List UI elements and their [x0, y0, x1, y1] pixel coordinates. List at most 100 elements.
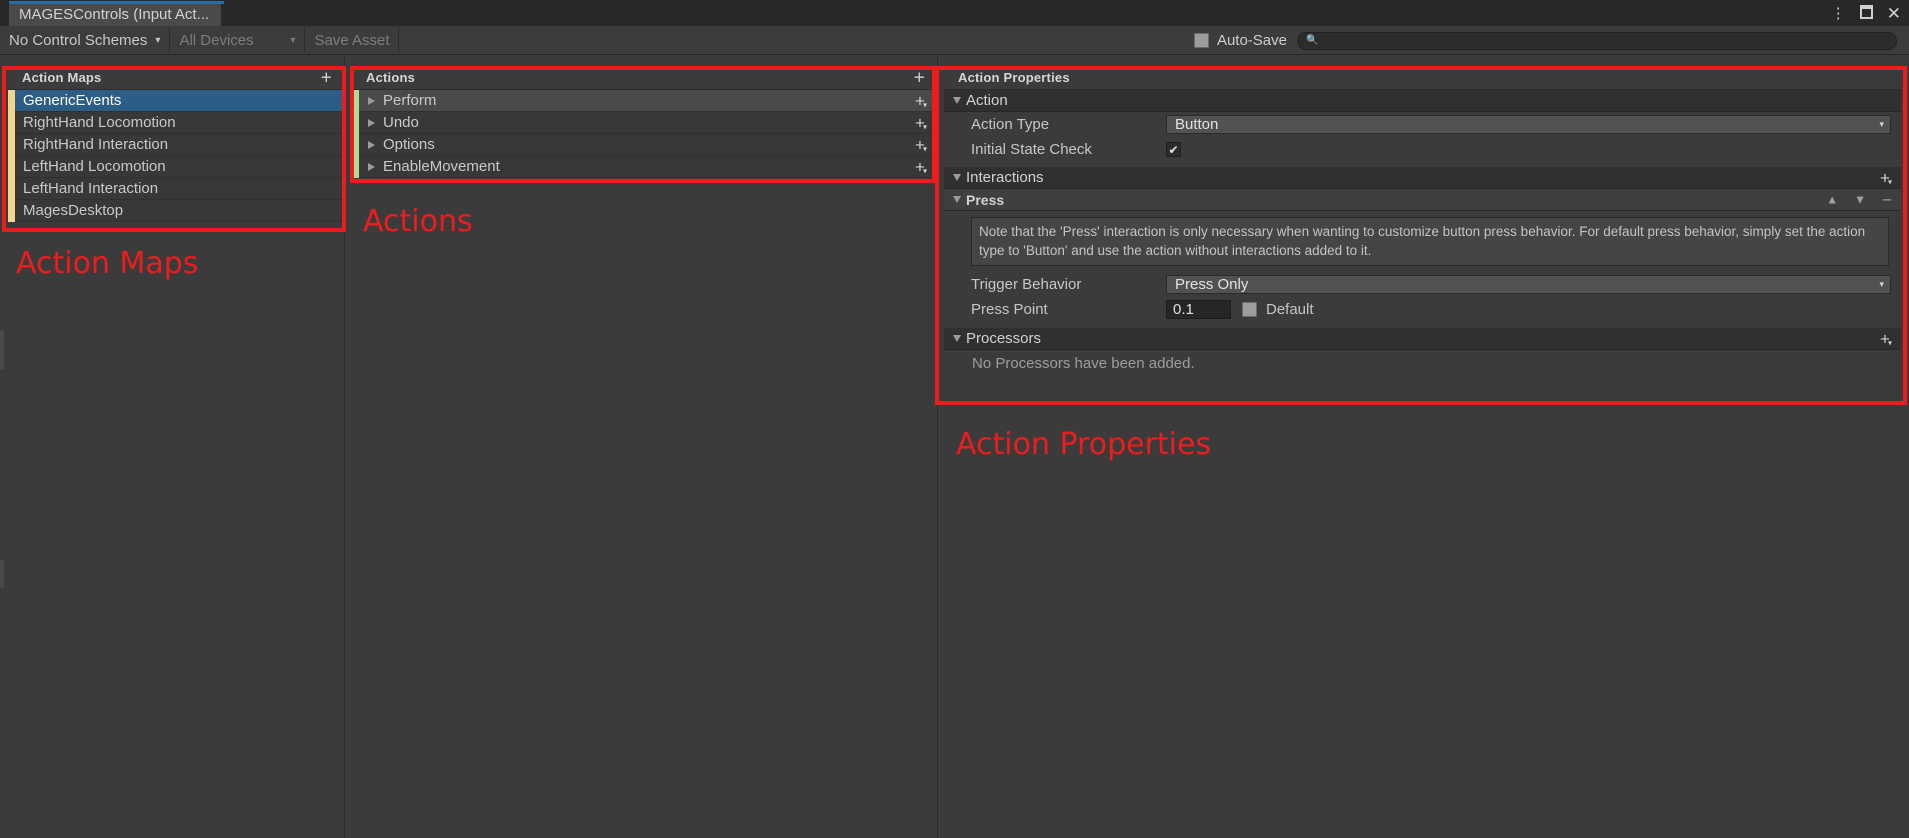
- press-interaction-note: Note that the 'Press' interaction is onl…: [971, 217, 1889, 267]
- editor-toolbar: No Control Schemes ▾ All Devices ▾ Save …: [0, 26, 1909, 55]
- chevron-down-icon[interactable]: [953, 174, 961, 181]
- interactions-section-title: Interactions: [966, 169, 1044, 186]
- action-map-row[interactable]: RightHand Locomotion: [8, 111, 342, 134]
- search-icon: 🔍: [1306, 35, 1319, 46]
- annotation-label-action-maps: Action Maps: [16, 246, 199, 281]
- control-schemes-dropdown[interactable]: No Control Schemes ▾: [0, 26, 171, 55]
- chevron-down-icon[interactable]: ▼: [1854, 193, 1866, 207]
- expand-triangle-icon[interactable]: [368, 96, 375, 105]
- left-scroll-handle[interactable]: [0, 330, 4, 370]
- maximize-icon[interactable]: [1859, 4, 1873, 22]
- expand-triangle-icon[interactable]: [368, 140, 375, 149]
- action-type-label: Action Type: [971, 116, 1050, 133]
- action-section-title: Action: [966, 92, 1008, 109]
- action-label: Undo: [383, 114, 419, 131]
- add-action-map-button[interactable]: +: [321, 68, 332, 87]
- action-map-row[interactable]: MagesDesktop: [8, 199, 342, 222]
- minus-icon[interactable]: −: [1882, 191, 1892, 208]
- add-binding-button[interactable]: +▾: [915, 158, 927, 175]
- add-processor-button[interactable]: +▾: [1880, 330, 1892, 347]
- action-map-row[interactable]: GenericEvents: [8, 89, 342, 112]
- action-map-color-marker: [8, 199, 15, 222]
- action-color-marker: [352, 133, 359, 156]
- action-row[interactable]: Undo +▾: [352, 111, 935, 134]
- chevron-down-icon[interactable]: [953, 196, 961, 203]
- trigger-behavior-row: Trigger Behavior Press Only ▾: [944, 272, 1901, 297]
- expand-triangle-icon[interactable]: [368, 118, 375, 127]
- action-map-row[interactable]: RightHand Interaction: [8, 133, 342, 156]
- autosave-checkbox[interactable]: [1193, 33, 1209, 48]
- press-point-label: Press Point: [971, 301, 1048, 319]
- action-maps-title: Action Maps: [22, 70, 102, 85]
- action-type-dropdown[interactable]: Button ▾: [1166, 115, 1891, 134]
- autosave-toggle[interactable]: Auto-Save: [1193, 32, 1297, 49]
- chevron-down-icon[interactable]: [953, 335, 961, 343]
- add-binding-button[interactable]: +▾: [915, 92, 927, 109]
- trigger-behavior-value: Press Only: [1175, 276, 1249, 294]
- action-type-value: Button: [1175, 116, 1219, 133]
- actions-list: Perform +▾ Undo +▾ Options +▾ EnableMove…: [352, 89, 935, 178]
- action-map-color-marker: [8, 177, 15, 200]
- add-binding-button[interactable]: +▾: [915, 136, 927, 153]
- trigger-behavior-dropdown[interactable]: Press Only ▾: [1166, 275, 1891, 295]
- trigger-behavior-label: Trigger Behavior: [971, 276, 1082, 294]
- press-point-default-checkbox[interactable]: [1242, 302, 1257, 318]
- more-options-icon[interactable]: ⋮: [1831, 6, 1846, 21]
- action-map-label: MagesDesktop: [23, 202, 124, 219]
- action-map-color-marker: [8, 111, 15, 134]
- chevron-down-icon: ▾: [1879, 119, 1884, 129]
- close-icon[interactable]: ✕: [1887, 5, 1901, 22]
- action-map-label: RightHand Interaction: [23, 136, 169, 153]
- panel-divider[interactable]: [937, 56, 938, 838]
- chevron-down-icon: ▾: [1879, 279, 1884, 290]
- panel-divider[interactable]: [344, 56, 345, 838]
- processors-section-title: Processors: [966, 330, 1042, 348]
- save-asset-button[interactable]: Save Asset: [305, 26, 400, 55]
- processors-section-header[interactable]: Processors +▾: [944, 328, 1901, 351]
- press-point-input[interactable]: 0.1: [1166, 300, 1231, 320]
- expand-triangle-icon[interactable]: [368, 162, 375, 171]
- action-row[interactable]: EnableMovement +▾: [352, 155, 935, 178]
- annotation-label-actions: Actions: [363, 204, 473, 239]
- action-label: Options: [383, 136, 435, 153]
- window-controls: ⋮ ✕: [1831, 0, 1901, 26]
- action-color-marker: [352, 111, 359, 134]
- chevron-down-icon[interactable]: [953, 97, 961, 104]
- search-input[interactable]: [1323, 33, 1888, 48]
- press-interaction-header[interactable]: Press ▲ ▼ −: [944, 189, 1901, 211]
- press-interaction-controls: ▲ ▼ −: [1826, 191, 1892, 208]
- action-maps-list: GenericEvents RightHand Locomotion Right…: [8, 89, 342, 222]
- actions-header: Actions +: [352, 66, 935, 90]
- action-type-row: Action Type Button ▾: [944, 112, 1901, 137]
- action-row[interactable]: Perform +▾: [352, 89, 935, 112]
- action-map-label: LeftHand Interaction: [23, 180, 159, 197]
- add-binding-button[interactable]: +▾: [915, 114, 927, 131]
- initial-state-check-checkbox[interactable]: ✔: [1166, 142, 1181, 157]
- search-field[interactable]: 🔍: [1297, 31, 1897, 50]
- action-label: EnableMovement: [383, 158, 500, 175]
- window-tab[interactable]: MAGESControls (Input Act...: [9, 4, 222, 26]
- action-label: Perform: [383, 92, 437, 109]
- devices-label: All Devices: [179, 32, 254, 49]
- add-action-button[interactable]: +: [914, 68, 925, 87]
- control-schemes-label: No Control Schemes: [9, 32, 148, 49]
- action-map-row[interactable]: LeftHand Interaction: [8, 177, 342, 200]
- interactions-section-header[interactable]: Interactions +▾: [944, 167, 1901, 189]
- left-scroll-handle-2[interactable]: [0, 560, 4, 588]
- action-maps-panel: Action Maps + GenericEvents RightHand Lo…: [8, 66, 342, 831]
- action-section-header[interactable]: Action: [944, 90, 1901, 112]
- action-map-color-marker: [8, 89, 15, 112]
- action-map-row[interactable]: LeftHand Locomotion: [8, 155, 342, 178]
- action-map-label: RightHand Locomotion: [23, 114, 176, 131]
- initial-state-check-row: Initial State Check ✔: [944, 137, 1901, 162]
- press-point-default-toggle[interactable]: Default: [1242, 301, 1314, 318]
- action-row[interactable]: Options +▾: [352, 133, 935, 156]
- chevron-up-icon[interactable]: ▲: [1826, 193, 1838, 207]
- chevron-down-icon: ▾: [155, 35, 161, 46]
- action-map-color-marker: [8, 133, 15, 156]
- autosave-label: Auto-Save: [1216, 32, 1287, 49]
- add-interaction-button[interactable]: +▾: [1880, 169, 1892, 186]
- action-map-label: LeftHand Locomotion: [23, 158, 166, 175]
- devices-dropdown[interactable]: All Devices ▾: [170, 26, 306, 55]
- initial-state-check-label: Initial State Check: [971, 141, 1092, 158]
